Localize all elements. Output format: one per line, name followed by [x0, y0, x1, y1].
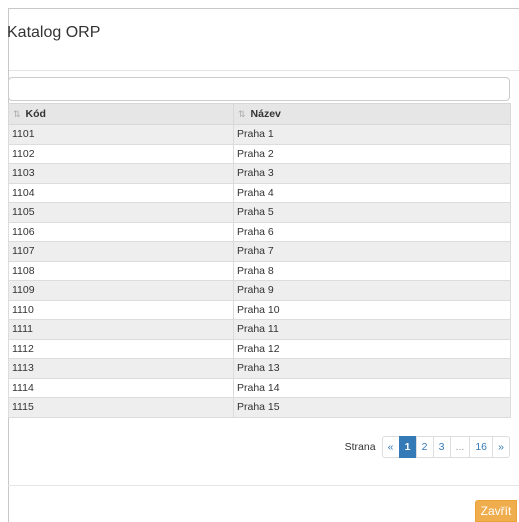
pagination: Strana « 1 2 3 ... 16 » [345, 436, 510, 458]
table-row[interactable]: 1111 Praha 11 [8, 319, 511, 340]
cell-nazev: Praha 9 [233, 280, 511, 301]
column-header-label: Kód [25, 108, 46, 120]
table-row[interactable]: 1115 Praha 15 [8, 397, 511, 418]
sort-icon: ⇅ [13, 109, 20, 119]
cell-kod: 1107 [8, 241, 234, 262]
cell-kod: 1113 [8, 358, 234, 379]
cell-nazev: Praha 3 [233, 163, 511, 184]
page-button-3[interactable]: 3 [432, 436, 451, 458]
close-button[interactable]: Zavřít [475, 500, 517, 522]
table-row[interactable]: 1114 Praha 14 [8, 377, 511, 398]
table-row[interactable]: 1108 Praha 8 [8, 260, 511, 281]
table-row[interactable]: 1102 Praha 2 [8, 143, 511, 164]
table-row[interactable]: 1113 Praha 13 [8, 358, 511, 379]
pagination-label: Strana [344, 441, 376, 453]
table-row[interactable]: 1106 Praha 6 [8, 221, 511, 242]
table-row[interactable]: 1101 Praha 1 [8, 124, 511, 145]
table-header-row: ⇅ Kód ⇅ Název [8, 103, 511, 125]
cell-kod: 1109 [8, 280, 234, 301]
column-header-nazev[interactable]: ⇅ Název [233, 103, 511, 125]
cell-kod: 1106 [8, 221, 234, 242]
filter-input[interactable] [8, 77, 510, 101]
dialog-title: Katalog ORP [7, 24, 101, 41]
cell-nazev: Praha 12 [233, 338, 511, 359]
cell-nazev: Praha 4 [233, 182, 511, 203]
table-row[interactable]: 1109 Praha 9 [8, 280, 511, 301]
table-row[interactable]: 1105 Praha 5 [8, 202, 511, 223]
table-row[interactable]: 1104 Praha 4 [8, 182, 511, 203]
page-button-2[interactable]: 2 [415, 436, 434, 458]
table-row[interactable]: 1103 Praha 3 [8, 163, 511, 184]
page-button-1[interactable]: 1 [398, 436, 417, 458]
cell-nazev: Praha 10 [233, 299, 511, 320]
next-page-button[interactable]: » [492, 436, 510, 458]
cell-kod: 1102 [8, 143, 234, 164]
cell-kod: 1110 [8, 299, 234, 320]
cell-kod: 1103 [8, 163, 234, 184]
page-button-16[interactable]: 16 [469, 436, 493, 458]
cell-nazev: Praha 7 [233, 241, 511, 262]
sort-icon: ⇅ [238, 109, 245, 119]
orp-table: ⇅ Kód ⇅ Název 1101 Praha 1 1102 Praha 2 1103… [8, 103, 511, 418]
cell-kod: 1105 [8, 202, 234, 223]
column-header-kod[interactable]: ⇅ Kód [8, 103, 234, 125]
cell-nazev: Praha 6 [233, 221, 511, 242]
table-row[interactable]: 1112 Praha 12 [8, 338, 511, 359]
cell-kod: 1108 [8, 260, 234, 281]
cell-kod: 1114 [8, 377, 234, 398]
prev-page-button[interactable]: « [381, 436, 400, 458]
cell-kod: 1104 [8, 182, 234, 203]
cell-nazev: Praha 1 [233, 124, 511, 145]
cell-nazev: Praha 2 [233, 143, 511, 164]
cell-nazev: Praha 11 [233, 319, 511, 340]
cell-kod: 1115 [8, 397, 234, 418]
cell-nazev: Praha 5 [233, 202, 511, 223]
cell-kod: 1111 [8, 319, 234, 340]
cell-kod: 1112 [8, 338, 234, 359]
cell-nazev: Praha 14 [233, 377, 511, 398]
page-ellipsis: ... [449, 436, 471, 458]
table-row[interactable]: 1107 Praha 7 [8, 241, 511, 262]
cell-nazev: Praha 13 [233, 358, 511, 379]
cell-nazev: Praha 8 [233, 260, 511, 281]
cell-kod: 1101 [8, 124, 234, 145]
cell-nazev: Praha 15 [233, 397, 511, 418]
footer-divider [8, 485, 519, 486]
table-row[interactable]: 1110 Praha 10 [8, 299, 511, 320]
column-header-label: Název [250, 108, 281, 120]
